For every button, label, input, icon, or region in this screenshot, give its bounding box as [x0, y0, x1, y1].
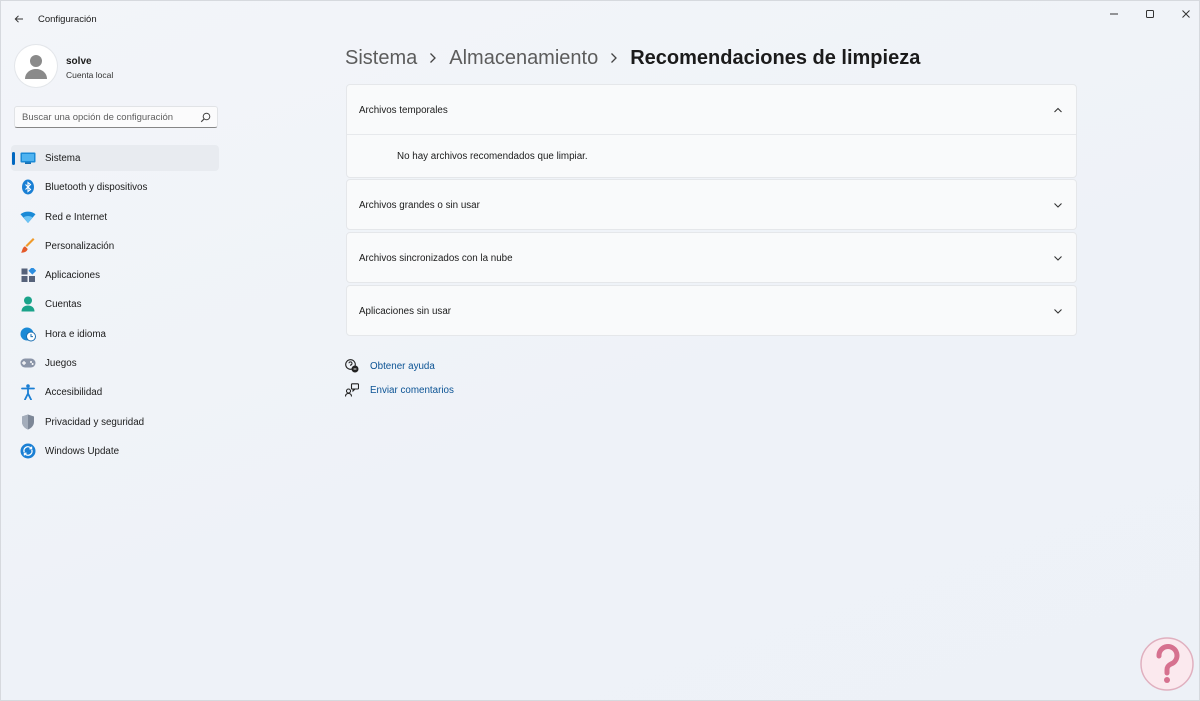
sidebar-item-juegos[interactable]: Juegos: [11, 350, 219, 376]
avatar: [15, 45, 57, 87]
section-title: Archivos sincronizados con la nube: [359, 253, 513, 264]
back-arrow-icon: [14, 15, 23, 23]
user-name: solve: [66, 56, 92, 67]
title-bar: Configuración: [1, 1, 1199, 37]
close-button[interactable]: [1168, 5, 1200, 23]
close-icon: [1182, 10, 1190, 18]
paintbrush-icon: [20, 237, 36, 254]
send-feedback-label[interactable]: Enviar comentarios: [370, 385, 454, 396]
sidebar-item-label: Accesibilidad: [45, 387, 103, 399]
empty-message: No hay archivos recomendados que limpiar…: [397, 151, 588, 162]
account-type: Cuenta local: [66, 70, 114, 80]
wifi-icon: [20, 209, 36, 225]
active-indicator: [12, 152, 15, 165]
section-aplicaciones-sin-usar[interactable]: Aplicaciones sin usar: [346, 285, 1077, 336]
section-archivos-sincronizados[interactable]: Archivos sincronizados con la nube: [346, 232, 1077, 283]
chevron-down-icon: [1054, 203, 1062, 208]
section-archivos-temporales: Archivos temporales No hay archivos reco…: [346, 84, 1077, 178]
user-profile[interactable]: solve Cuenta local: [15, 45, 215, 89]
sidebar-item-label: Hora e idioma: [45, 328, 106, 340]
sidebar-item-bluetooth[interactable]: Bluetooth y dispositivos: [11, 174, 219, 200]
sidebar-item-cuentas[interactable]: Cuentas: [11, 291, 219, 317]
shield-icon: [20, 414, 36, 430]
breadcrumb-sistema[interactable]: Sistema: [345, 47, 417, 70]
sidebar-item-personalizacion[interactable]: Personalización: [11, 233, 219, 259]
section-title: Archivos temporales: [359, 105, 448, 116]
search-icon: [200, 112, 211, 123]
section-title: Aplicaciones sin usar: [359, 306, 452, 317]
sidebar-item-label: Bluetooth y dispositivos: [45, 182, 148, 194]
chevron-up-icon: [1054, 107, 1062, 113]
minimize-icon: [1110, 13, 1118, 15]
sidebar-nav: Sistema Bluetooth y dispositivos Red e I…: [11, 145, 219, 467]
send-feedback-link[interactable]: Enviar comentarios: [345, 382, 454, 398]
sidebar-item-windows-update[interactable]: Windows Update: [11, 438, 219, 464]
sidebar-item-label: Red e Internet: [45, 211, 108, 223]
sidebar-item-red[interactable]: Red e Internet: [11, 204, 219, 230]
section-header[interactable]: Aplicaciones sin usar: [347, 286, 1076, 335]
search-input[interactable]: Buscar una opción de configuración: [22, 112, 173, 123]
chevron-right-icon: [602, 48, 626, 68]
page-title: Recomendaciones de limpieza: [630, 46, 921, 69]
bluetooth-icon: [20, 179, 36, 195]
sidebar-item-accesibilidad[interactable]: Accesibilidad: [11, 379, 219, 405]
chevron-right-icon: [421, 48, 445, 68]
section-archivos-grandes[interactable]: Archivos grandes o sin usar: [346, 179, 1077, 230]
person-icon: [20, 296, 36, 312]
update-icon: [20, 443, 36, 459]
sidebar-item-label: Sistema: [45, 153, 81, 164]
clock-globe-icon: [20, 326, 36, 342]
site-logo-watermark: [1140, 637, 1194, 691]
sidebar-item-label: Personalización: [45, 240, 115, 252]
sidebar-item-label: Aplicaciones: [45, 270, 101, 282]
person-placeholder-icon: [25, 55, 47, 79]
section-header[interactable]: Archivos grandes o sin usar: [347, 180, 1076, 229]
sidebar-item-hora-idioma[interactable]: Hora e idioma: [11, 321, 219, 347]
section-header[interactable]: Archivos sincronizados con la nube: [347, 233, 1076, 282]
sidebar-item-label: Juegos: [45, 358, 77, 370]
back-button[interactable]: [9, 9, 29, 29]
feedback-icon: [345, 383, 359, 397]
search-box[interactable]: Buscar una opción de configuración: [14, 106, 218, 128]
breadcrumb-almacenamiento[interactable]: Almacenamiento: [449, 47, 598, 70]
get-help-link[interactable]: Obtener ayuda: [345, 358, 435, 374]
sidebar-item-aplicaciones[interactable]: Aplicaciones: [11, 262, 219, 288]
maximize-icon: [1146, 10, 1154, 18]
maximize-button[interactable]: [1132, 5, 1168, 23]
sidebar-item-label: Windows Update: [45, 445, 120, 457]
sidebar-item-privacidad[interactable]: Privacidad y seguridad: [11, 409, 219, 435]
gamepad-icon: [20, 355, 36, 371]
display-icon: [20, 150, 36, 166]
app-title: Configuración: [38, 14, 97, 25]
settings-window: Configuración solve Cuenta local Buscar …: [0, 0, 1200, 701]
section-header[interactable]: Archivos temporales: [347, 85, 1076, 134]
sidebar-item-label: Privacidad y seguridad: [45, 416, 145, 428]
get-help-label[interactable]: Obtener ayuda: [370, 361, 435, 372]
minimize-button[interactable]: [1096, 5, 1132, 23]
accessibility-icon: [20, 384, 36, 401]
chevron-down-icon: [1054, 256, 1062, 261]
section-body: No hay archivos recomendados que limpiar…: [347, 134, 1076, 177]
help-chat-icon: [345, 359, 359, 373]
breadcrumb: Sistema Almacenamiento Recomendaciones d…: [345, 45, 920, 71]
sidebar-item-label: Cuentas: [45, 299, 82, 311]
chevron-down-icon: [1054, 309, 1062, 314]
apps-icon: [20, 267, 36, 283]
sidebar-item-sistema[interactable]: Sistema: [11, 145, 219, 171]
section-title: Archivos grandes o sin usar: [359, 200, 480, 211]
